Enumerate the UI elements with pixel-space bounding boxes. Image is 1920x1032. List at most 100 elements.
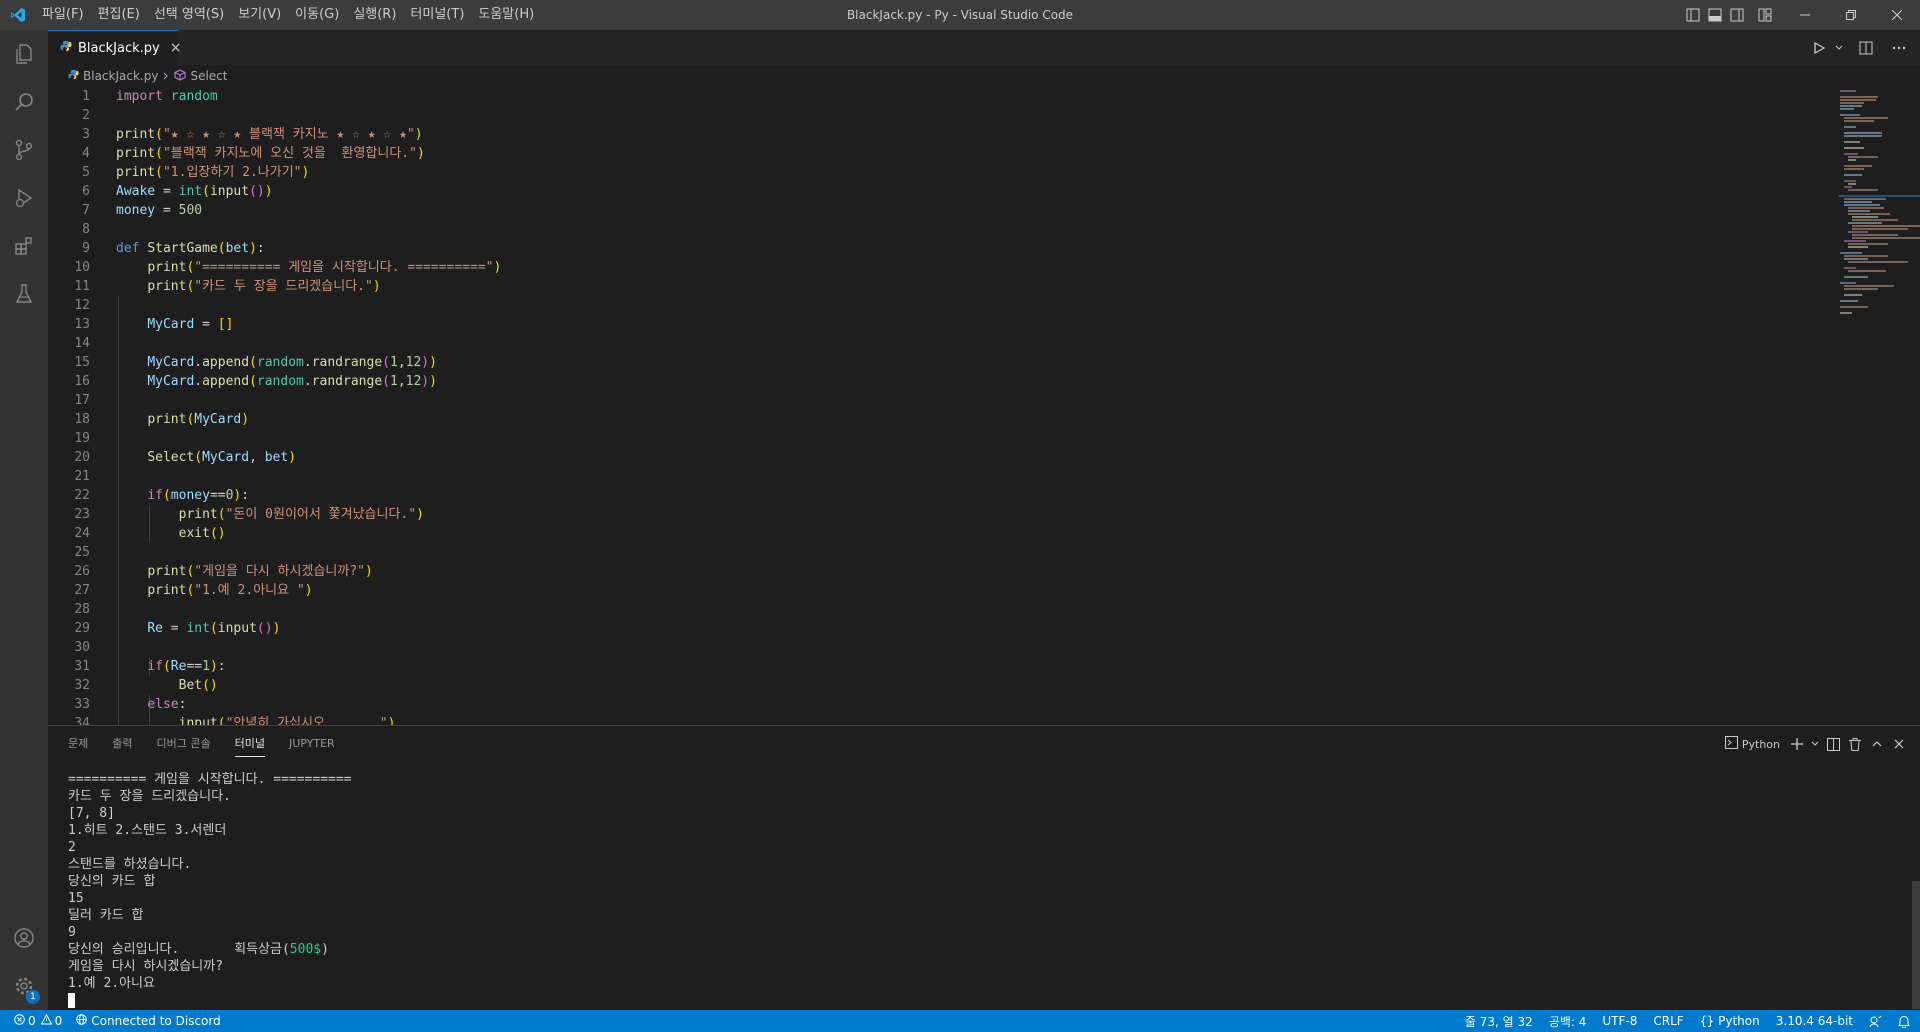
bottom-panel: 문제 출력 디버그 콘솔 터미널 JUPYTER Python ========…	[48, 725, 1920, 1010]
feedback-icon[interactable]	[1869, 1015, 1882, 1028]
menu-selection[interactable]: 선택 영역(S)	[147, 0, 231, 30]
warning-count: 0	[54, 1014, 63, 1028]
title-bar: 파일(F) 편집(E) 선택 영역(S) 보기(V) 이동(G) 실행(R) 터…	[0, 0, 1920, 30]
terminal-line: 딜러 카드 합	[68, 908, 144, 923]
symbol-method-icon	[174, 68, 187, 84]
code-line: 15 MyCard.append(random.randrange(1,12))	[74, 355, 437, 370]
code-line: 14	[74, 336, 90, 351]
python-interpreter[interactable]: 3.10.4 64-bit	[1776, 1014, 1853, 1028]
terminal-scrollbar[interactable]	[1912, 881, 1920, 1009]
terminal-output[interactable]: ========== 게임을 시작합니다. ========== 카드 두 장을…	[68, 771, 1868, 1008]
indentation[interactable]: 공백: 4	[1549, 1013, 1587, 1030]
vscode-logo-icon[interactable]	[0, 0, 35, 30]
toggle-secondary-sidebar-icon[interactable]	[1726, 0, 1748, 30]
tab-bar: BlackJack.py ×	[48, 30, 1920, 65]
tab-blackjack-py[interactable]: BlackJack.py ×	[48, 30, 181, 65]
end-of-line[interactable]: CRLF	[1653, 1014, 1683, 1028]
split-editor-icon[interactable]	[1846, 30, 1886, 65]
manage-gear-icon[interactable]: 1	[0, 962, 48, 1010]
menu-file[interactable]: 파일(F)	[35, 0, 91, 30]
prize-amount: 500$	[289, 942, 322, 957]
tab-problems[interactable]: 문제	[68, 726, 88, 762]
notifications-bell-icon[interactable]	[1898, 1015, 1910, 1028]
menu-help[interactable]: 도움말(H)	[471, 0, 541, 30]
minimap[interactable]	[1838, 87, 1920, 327]
close-tab-icon[interactable]: ×	[170, 40, 182, 56]
chevron-right-icon	[162, 69, 170, 83]
accounts-icon[interactable]	[0, 914, 48, 962]
tab-label: BlackJack.py	[78, 40, 160, 56]
globe-icon	[76, 1014, 88, 1028]
code-line: 18 print(MyCard)	[74, 412, 250, 427]
maximize-panel-icon[interactable]	[1866, 726, 1888, 762]
python-file-icon	[68, 69, 79, 83]
terminal-profile-label: Python	[1741, 737, 1780, 751]
code-line: 2	[82, 108, 90, 123]
toggle-panel-icon[interactable]	[1704, 0, 1726, 30]
menu-edit[interactable]: 편집(E)	[91, 0, 147, 30]
code-line: 31 if(Re==1):	[74, 659, 226, 674]
terminal-line: 15	[68, 891, 84, 906]
panel-actions: Python	[1724, 726, 1910, 762]
testing-icon[interactable]	[0, 270, 48, 318]
code-line: 9 def StartGame(bet):	[82, 241, 265, 256]
menu-run[interactable]: 실행(R)	[346, 0, 403, 30]
discord-status[interactable]: Connected to Discord	[76, 1014, 221, 1028]
customize-layout-icon[interactable]	[1748, 0, 1782, 30]
menu-go[interactable]: 이동(G)	[288, 0, 346, 30]
tab-jupyter[interactable]: JUPYTER	[289, 726, 335, 762]
chevron-down-icon[interactable]	[1832, 30, 1846, 65]
code-line: 13 MyCard = []	[74, 317, 234, 332]
split-terminal-icon[interactable]	[1822, 726, 1844, 762]
cursor-position[interactable]: 줄 73, 열 32	[1465, 1013, 1533, 1030]
code-line: 4 print("블랙잭 카지노에 오신 것을 환영합니다.")	[82, 146, 425, 161]
encoding[interactable]: UTF-8	[1602, 1014, 1637, 1028]
language-label: Python	[1718, 1014, 1760, 1028]
tab-debug-console[interactable]: 디버그 콘솔	[157, 726, 211, 762]
terminal-line: 1.히트 2.스탠드 3.서렌더	[68, 823, 227, 838]
close-panel-icon[interactable]	[1888, 726, 1910, 762]
language-mode[interactable]: {} Python	[1700, 1014, 1760, 1028]
close-window-icon[interactable]	[1874, 0, 1920, 30]
run-python-file-icon[interactable]	[1806, 30, 1832, 65]
win-suffix: )	[321, 942, 329, 957]
terminal-profile[interactable]: Python	[1724, 736, 1780, 752]
restore-icon[interactable]	[1828, 0, 1874, 30]
tab-output[interactable]: 출력	[112, 726, 132, 762]
new-terminal-icon[interactable]	[1786, 726, 1808, 762]
braces-icon: {}	[1699, 1014, 1715, 1028]
terminal-line: 카드 두 장을 드리겠습니다.	[68, 789, 231, 804]
breadcrumb-symbol[interactable]: Select	[190, 69, 227, 83]
terminal-cursor	[68, 993, 75, 1008]
extensions-icon[interactable]	[0, 222, 48, 270]
toggle-sidebar-icon[interactable]	[1682, 0, 1704, 30]
minimize-icon[interactable]	[1782, 0, 1828, 30]
chevron-down-icon[interactable]	[1808, 726, 1822, 762]
win-text: 당신의 승리입니다. 획득상금(	[68, 942, 290, 957]
breadcrumb: BlackJack.py Select	[48, 65, 1920, 87]
menu-terminal[interactable]: 터미널(T)	[403, 0, 471, 30]
menu-view[interactable]: 보기(V)	[231, 0, 288, 30]
code-line: 17	[74, 393, 90, 408]
discord-label: Connected to Discord	[91, 1014, 221, 1028]
code-line: 26 print("게임을 다시 하시겠습니까?")	[74, 564, 373, 579]
terminal-line: ========== 게임을 시작합니다. ==========	[68, 772, 352, 787]
tab-terminal[interactable]: 터미널	[234, 726, 266, 762]
code-line: 19	[74, 431, 90, 446]
code-line: 27 print("1.예 2.아니요 ")	[74, 583, 313, 598]
run-debug-icon[interactable]	[0, 174, 48, 222]
trash-icon[interactable]	[1844, 726, 1866, 762]
search-icon[interactable]	[0, 78, 48, 126]
code-line: 32 Bet()	[74, 678, 218, 693]
more-actions-icon[interactable]	[1886, 30, 1912, 65]
breadcrumb-file[interactable]: BlackJack.py	[83, 69, 158, 83]
title-controls	[1682, 0, 1920, 30]
code-editor[interactable]: 1 import random 2 3 print("★ ☆ ★ ☆ ★ 블랙잭 카…	[48, 87, 1920, 725]
source-control-icon[interactable]	[0, 126, 48, 174]
code-line: 20 Select(MyCard, bet)	[74, 450, 297, 465]
problems-status[interactable]: 0 0	[14, 1013, 63, 1028]
explorer-icon[interactable]	[0, 30, 48, 78]
code-line: 23 print("돈이 0원이어서 쫓겨났습니다.")	[74, 507, 424, 522]
code-line: 6 Awake = int(input())	[82, 184, 273, 199]
terminal-prompt[interactable]	[68, 992, 1868, 1009]
